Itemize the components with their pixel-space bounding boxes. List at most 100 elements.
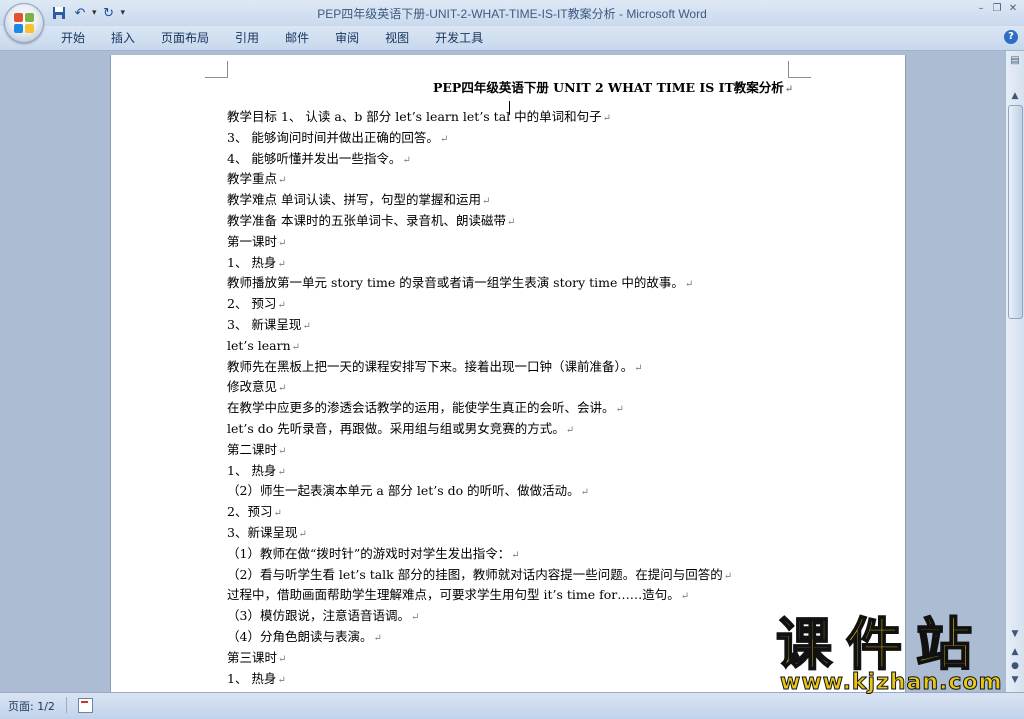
- title-bar: ↶ ▾ ↻ ▾ PEP四年级英语下册-UNIT-2-WHAT-TIME-IS-I…: [0, 0, 1024, 43]
- document-line-text: 1、 热身: [227, 254, 277, 270]
- previous-page-icon[interactable]: ▲: [1007, 645, 1023, 659]
- paragraph-mark: ↵: [277, 466, 286, 478]
- proofing-icon[interactable]: [78, 698, 93, 713]
- office-logo-icon: [14, 13, 34, 33]
- paragraph-mark: ↵: [277, 258, 286, 270]
- paragraph-mark: ↵: [373, 633, 382, 644]
- document-line-text: （1）教师在做“拨时针”的游戏时对学生发出指令：: [227, 545, 511, 561]
- document-line: 1、 热身↵: [227, 669, 286, 689]
- document-line: 教学难点 单词认读、拼写，句型的掌握和运用↵: [227, 190, 490, 210]
- document-line-text: 1、 热身: [227, 670, 277, 686]
- document-workspace: PEP四年级英语下册 UNIT 2 WHAT TIME IS IT教案分析↵ 教…: [0, 51, 1006, 692]
- document-line-text: 第三课时: [227, 649, 278, 665]
- document-line: （2）师生一起表演本单元 a 部分 let’s do 的听听、做做活动。↵: [227, 481, 589, 501]
- scroll-down-icon[interactable]: ▼: [1007, 627, 1023, 641]
- document-line: 2、预习↵: [227, 502, 282, 522]
- document-line: 过程中，借助画面帮助学生理解难点，可要求学生用句型 it’s time for……: [227, 585, 689, 605]
- document-line: 教师先在黑板上把一天的课程安排写下来。接着出现一口钟（课前准备）。↵: [227, 357, 643, 377]
- app-name: Microsoft Word: [626, 7, 707, 21]
- document-line-text: 在教学中应更多的渗透会话教学的运用，能使学生真正的会听、会讲。: [227, 400, 615, 416]
- document-line-text: 过程中，借助画面帮助学生理解难点，可要求学生用句型 it’s time for……: [227, 587, 680, 603]
- status-divider: [66, 697, 67, 713]
- paragraph-mark: ↵: [291, 341, 301, 353]
- window-title: PEP四年级英语下册-UNIT-2-WHAT-TIME-IS-IT教案分析 - …: [0, 5, 1024, 22]
- document-line: let’s learn↵: [227, 336, 300, 356]
- document-line: （2）看与听学生看 let’s talk 部分的挂图，教师就对话内容提一些问题。…: [227, 565, 732, 585]
- document-name: PEP四年级英语下册-UNIT-2-WHAT-TIME-IS-IT教案分析: [317, 7, 616, 21]
- close-icon[interactable]: ✕: [1006, 2, 1020, 16]
- document-line: 在教学中应更多的渗透会话教学的运用，能使学生真正的会听、会讲。↵: [227, 398, 624, 418]
- tab-page-layout[interactable]: 页面布局: [148, 30, 222, 46]
- document-line-text: 教师先在黑板上把一天的课程安排写下来。接着出现一口钟（课前准备）。: [227, 358, 634, 374]
- document-line-text: 2、 预习: [227, 296, 277, 312]
- document-line-text: 修改意见: [227, 379, 278, 395]
- document-page[interactable]: PEP四年级英语下册 UNIT 2 WHAT TIME IS IT教案分析↵ 教…: [110, 55, 906, 692]
- paragraph-mark: ↵: [278, 237, 287, 249]
- document-line: 第三课时↵: [227, 648, 286, 668]
- document-line: 教学重点↵: [227, 169, 286, 189]
- document-title-text: PEP四年级英语下册 UNIT 2 WHAT TIME IS IT教案分析: [433, 80, 784, 95]
- document-line-text: 教学难点 单词认读、拼写，句型的掌握和运用: [227, 192, 481, 208]
- tab-developer[interactable]: 开发工具: [422, 30, 496, 46]
- title-separator: -: [615, 7, 627, 21]
- page-indicator[interactable]: 页面: 1/2: [8, 698, 55, 714]
- document-line-text: let’s do 先听录音，再跟做。采用组与组或男女竞赛的方式。: [227, 421, 565, 436]
- tab-home[interactable]: 开始: [48, 30, 98, 46]
- paragraph-mark: ↵: [278, 175, 287, 187]
- tab-mailings[interactable]: 邮件: [272, 30, 322, 46]
- document-line: 教学目标 1、 认读 a、b 部分 let’s learn let’s tal …: [227, 107, 611, 127]
- ribbon: 开始 插入 页面布局 引用 邮件 审阅 视图 开发工具 ?: [0, 26, 1024, 51]
- paragraph-mark: ↵: [784, 84, 794, 95]
- paragraph-mark: ↵: [278, 383, 287, 395]
- paragraph-mark: ↵: [439, 133, 449, 145]
- paragraph-mark: ↵: [302, 321, 311, 332]
- document-line: （3）模仿跟说，注意语音语调。↵: [227, 606, 419, 626]
- paragraph-mark: ↵: [615, 404, 624, 416]
- document-line-text: （3）模仿跟说，注意语音语调。: [227, 608, 410, 624]
- paragraph-mark: ↵: [278, 653, 287, 665]
- document-line: 1、 热身↵: [227, 253, 286, 273]
- document-line-text: （2）看与听学生看 let’s talk 部分的挂图，教师就对话内容提一些问题。…: [227, 566, 723, 582]
- document-line-text: 3、 新课呈现: [227, 317, 302, 332]
- restore-icon[interactable]: ❐: [990, 2, 1004, 16]
- document-line-text: 第一课时: [227, 233, 278, 249]
- document-line-text: 3、 能够询问时间并做出正确的回答。: [227, 129, 439, 145]
- margin-corner-top-left: [205, 61, 228, 78]
- paragraph-mark: ↵: [481, 196, 491, 208]
- select-browse-object-icon[interactable]: ●: [1007, 659, 1023, 673]
- watermark-url: www.kjzhan.com: [780, 670, 1003, 696]
- paragraph-mark: ↵: [277, 674, 286, 686]
- tab-insert[interactable]: 插入: [98, 30, 148, 46]
- scroll-up-icon[interactable]: ▲: [1007, 89, 1023, 103]
- help-icon[interactable]: ?: [1004, 30, 1018, 44]
- tab-review[interactable]: 审阅: [322, 30, 372, 46]
- paragraph-mark: ↵: [602, 113, 612, 124]
- margin-corner-top-right: [788, 61, 811, 78]
- document-line-text: 3、新课呈现: [227, 525, 298, 540]
- paragraph-mark: ↵: [278, 445, 287, 457]
- document-line-text: 教学目标 1、 认读 a、b 部分 let’s learn let’s tal …: [227, 109, 602, 124]
- paragraph-mark: ↵: [273, 508, 282, 520]
- ruler-toggle-icon[interactable]: ▤: [1007, 55, 1023, 81]
- tab-references[interactable]: 引用: [222, 30, 272, 46]
- tab-view[interactable]: 视图: [372, 30, 422, 46]
- document-line-text: （4）分角色朗读与表演。: [227, 629, 373, 644]
- document-line-text: 2、预习: [227, 504, 273, 520]
- document-line: （4）分角色朗读与表演。↵: [227, 627, 382, 647]
- status-bar: 页面: 1/2: [0, 692, 1024, 719]
- paragraph-mark: ↵: [277, 300, 286, 312]
- paragraph-mark: ↵: [298, 529, 307, 540]
- minimize-icon[interactable]: –: [974, 2, 988, 16]
- document-line: 2、 预习↵: [227, 294, 286, 314]
- document-line: 4、 能够听懂并发出一些指令。↵: [227, 149, 411, 169]
- document-line-text: 教师播放第一单元 story time 的录音或者请一组学生表演 story t…: [227, 275, 684, 291]
- paragraph-mark: ↵: [511, 549, 520, 561]
- paragraph-mark: ↵: [565, 425, 575, 436]
- window-controls: – ❐ ✕: [974, 2, 1020, 16]
- scrollbar-thumb[interactable]: [1008, 105, 1023, 319]
- office-button[interactable]: [4, 3, 44, 43]
- document-line: 3、 能够询问时间并做出正确的回答。↵: [227, 128, 448, 148]
- document-line: 第二课时↵: [227, 440, 286, 460]
- next-page-icon[interactable]: ▼: [1007, 673, 1023, 687]
- vertical-scrollbar[interactable]: ▤ ▲ ▼ ▲ ● ▼: [1005, 51, 1024, 692]
